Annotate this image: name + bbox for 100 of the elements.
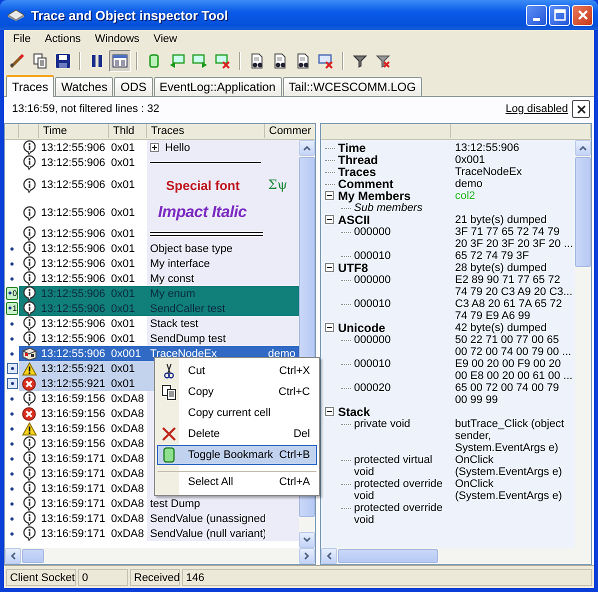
copy-icon bbox=[32, 53, 48, 69]
close-icon bbox=[576, 9, 588, 21]
menu-item[interactable]: View bbox=[146, 32, 184, 46]
bookmark-marker[interactable]: 1 bbox=[6, 302, 18, 315]
trace-text: SendDump test bbox=[150, 332, 226, 344]
trace-row[interactable]: 13:12:55:906 0x01 Impact Italic bbox=[5, 200, 299, 226]
trace-row[interactable]: 13:12:55:906 0x01 My const bbox=[5, 271, 299, 286]
trace-row[interactable]: 13:12:55:906 0x01 bbox=[5, 155, 299, 170]
clear-selection-icon bbox=[318, 53, 334, 69]
time-cell: 13:12:55:906 bbox=[41, 318, 106, 330]
property-value: E9 00 20 00 F9 00 20 00 E8 00 20 00 61 00 ... bbox=[455, 358, 572, 382]
trace-row[interactable]: 13:12:55:906 0x01 Hello bbox=[5, 140, 299, 155]
collapse-icon[interactable] bbox=[325, 407, 334, 416]
trace-row[interactable]: 13:16:59:171 0xDA8 test Dump bbox=[5, 496, 299, 511]
trace-row[interactable]: 0 13:12:55:906 0x01 My enum bbox=[5, 286, 299, 301]
scrollbar-thumb[interactable] bbox=[22, 549, 44, 563]
info-icon bbox=[22, 331, 36, 346]
tab[interactable]: Tail::WCESCOMM.LOG bbox=[282, 77, 422, 96]
log-link[interactable]: Log disabled bbox=[506, 103, 568, 115]
property-value: col2 bbox=[455, 190, 476, 202]
trace-text: test Dump bbox=[150, 498, 200, 510]
collapse-icon[interactable] bbox=[325, 215, 334, 224]
thread-cell: 0xDA8 bbox=[111, 468, 144, 480]
column-header[interactable]: Traces bbox=[147, 124, 265, 138]
scrollbar-thumb[interactable] bbox=[338, 549, 438, 563]
collapse-icon[interactable] bbox=[325, 323, 334, 332]
property-name: Sub members bbox=[354, 202, 422, 214]
info-icon bbox=[22, 271, 36, 286]
thread-cell: 0xDA8 bbox=[111, 482, 144, 494]
time-cell: 13:16:59:156 bbox=[41, 392, 106, 404]
menu-item[interactable]: Cut Ctrl+X bbox=[157, 361, 317, 381]
scrollbar-thumb[interactable] bbox=[575, 157, 591, 267]
menu-item[interactable]: Copy current cell bbox=[157, 403, 317, 423]
delete-icon bbox=[161, 426, 177, 442]
time-cell: 13:16:59:171 bbox=[41, 528, 106, 540]
column-header[interactable]: Thld bbox=[109, 124, 147, 138]
trace-row[interactable]: 1 13:12:55:906 0x01 SendCaller test bbox=[5, 301, 299, 316]
tab[interactable]: Traces bbox=[6, 75, 54, 97]
scroll-down-button[interactable] bbox=[299, 532, 315, 548]
minimize-button[interactable] bbox=[526, 4, 547, 26]
property-value: 0x001 bbox=[455, 154, 485, 166]
bookmark-marker[interactable]: 0 bbox=[6, 287, 18, 300]
property-name: 000010 bbox=[354, 358, 391, 370]
trace-row[interactable]: 13:12:55:906 0x01 Stack test bbox=[5, 316, 299, 331]
save-icon bbox=[55, 53, 71, 69]
scroll-up-button[interactable] bbox=[299, 140, 315, 156]
menu-item[interactable]: File bbox=[6, 32, 38, 46]
trace-row[interactable]: 13:12:55:906 0x01 Object base type bbox=[5, 241, 299, 256]
chevron-up-icon bbox=[303, 145, 311, 151]
trace-text: SendCaller test bbox=[150, 302, 226, 314]
trace-row[interactable]: 13:12:55:906 0x01 Special font Σψ bbox=[5, 170, 299, 200]
scroll-left-button[interactable] bbox=[321, 548, 337, 564]
menu-item[interactable]: Delete Del bbox=[157, 424, 317, 444]
column-header[interactable]: Time bbox=[39, 124, 109, 138]
toolbar-button[interactable] bbox=[109, 50, 131, 72]
thread-cell: 0x01 bbox=[111, 332, 135, 344]
chevron-right-icon bbox=[304, 552, 310, 560]
comment-text: demo bbox=[268, 348, 296, 360]
property-value: OnClick (System.EventArgs e) bbox=[455, 478, 562, 502]
thread-cell: 0xDA8 bbox=[111, 452, 144, 464]
collapse-icon[interactable] bbox=[325, 263, 334, 272]
expand-icon[interactable] bbox=[150, 143, 159, 152]
thread-cell: 0x01 bbox=[111, 288, 135, 300]
trace-row[interactable]: 13:12:55:906 0x01 bbox=[5, 226, 299, 241]
scroll-right-button[interactable] bbox=[299, 548, 315, 564]
vertical-scrollbar[interactable] bbox=[575, 140, 591, 548]
trace-row[interactable]: 13:12:55:906 0x01 My interface bbox=[5, 256, 299, 271]
thread-cell: 0xDA8 bbox=[111, 498, 144, 510]
maximize-button[interactable] bbox=[549, 4, 570, 26]
next-bookmark-icon bbox=[192, 53, 208, 69]
trace-row[interactable]: 13:12:55:906 0x01 SendDump test bbox=[5, 331, 299, 346]
trace-row[interactable]: 13:16:59:171 0xDA8 SendValue (unassigned bbox=[5, 511, 299, 526]
close-button[interactable] bbox=[572, 100, 590, 118]
trace-text: SendValue (unassigned bbox=[150, 512, 266, 524]
scroll-up-button[interactable] bbox=[575, 140, 591, 156]
menu-item[interactable]: Select All Ctrl+A bbox=[157, 471, 317, 492]
property-value: 3F 71 77 65 72 74 79 20 3F 20 3F 20 3F 20 ... bbox=[455, 226, 574, 250]
menu-item[interactable]: Windows bbox=[88, 32, 146, 46]
property-name: 000010 bbox=[354, 250, 391, 262]
tab[interactable]: EventLog::Application bbox=[154, 77, 282, 96]
horizontal-scrollbar[interactable] bbox=[321, 548, 591, 564]
menu-item[interactable]: Toggle Bookmark Ctrl+B bbox=[157, 445, 317, 465]
scissors-icon bbox=[164, 363, 174, 379]
info-icon bbox=[22, 178, 36, 192]
menu-item[interactable]: Actions bbox=[38, 32, 88, 46]
horizontal-scrollbar[interactable] bbox=[5, 548, 315, 564]
tab[interactable]: ODS bbox=[114, 77, 152, 96]
info-icon bbox=[22, 451, 36, 466]
info-icon bbox=[22, 206, 36, 220]
close-icon bbox=[576, 104, 586, 114]
menu-item[interactable]: Copy Ctrl+C bbox=[157, 382, 317, 402]
collapse-icon[interactable] bbox=[325, 191, 334, 200]
property-name: 000000 bbox=[354, 274, 391, 286]
column-header[interactable]: Commer bbox=[265, 124, 315, 138]
trace-text: Hello bbox=[165, 142, 190, 154]
tab[interactable]: Watches bbox=[55, 77, 114, 96]
time-cell: 13:16:59:171 bbox=[41, 482, 106, 494]
info-icon bbox=[22, 226, 36, 241]
scroll-left-button[interactable] bbox=[5, 548, 21, 564]
info-icon bbox=[22, 316, 36, 331]
